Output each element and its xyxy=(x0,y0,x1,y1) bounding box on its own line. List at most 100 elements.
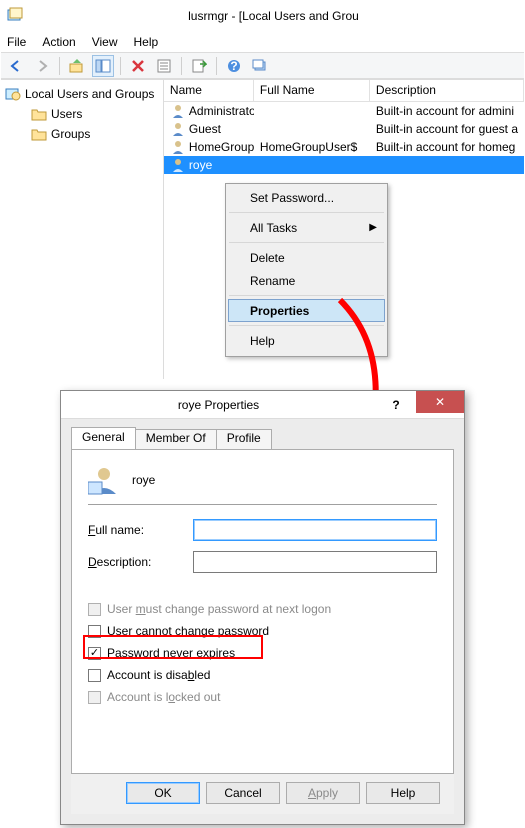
folder-icon xyxy=(31,106,47,122)
menubar: File Action View Help xyxy=(1,31,524,53)
check-cannot-change[interactable]: User cannot change password xyxy=(88,621,437,641)
check-must-change-label: User must change password at next logon xyxy=(107,602,331,616)
menu-file[interactable]: File xyxy=(7,35,26,49)
user-row-administrator[interactable]: Administrator Built-in account for admin… xyxy=(164,102,524,120)
console-tree: Local Users and Groups Users Groups xyxy=(1,80,164,379)
list-header: Name Full Name Description xyxy=(164,80,524,102)
tab-profile[interactable]: Profile xyxy=(216,429,272,449)
tab-memberof-label: Member Of xyxy=(146,431,206,445)
dialog-button-row: OK Cancel Apply Help xyxy=(71,774,454,814)
user-icon xyxy=(170,103,186,119)
toolbar-separator xyxy=(120,57,121,75)
check-never-expires-label: Password never expires xyxy=(107,646,235,660)
check-must-change: User must change password at next logon xyxy=(88,599,437,619)
ctx-properties-label: Properties xyxy=(250,304,309,318)
col-name[interactable]: Name xyxy=(164,80,254,101)
up-button[interactable] xyxy=(66,55,88,77)
user-icon xyxy=(170,139,186,155)
cell-full: HomeGroupUser$ xyxy=(260,140,357,154)
mmc-titlebar: lusrmgr - [Local Users and Grou xyxy=(1,1,524,31)
tab-general[interactable]: General xyxy=(71,427,136,449)
cell-name: roye xyxy=(189,158,212,172)
ctx-set-password[interactable]: Set Password... xyxy=(228,186,385,209)
check-disabled-label: Account is disabled xyxy=(107,668,210,682)
checkbox-icon xyxy=(88,603,101,616)
tree-groups-label: Groups xyxy=(51,127,90,141)
menu-help[interactable]: Help xyxy=(134,35,159,49)
tree-children: Users Groups xyxy=(29,104,161,144)
description-row: Description: xyxy=(88,551,437,573)
toolbar-separator xyxy=(181,57,182,75)
forward-button xyxy=(31,55,53,77)
folder-icon xyxy=(31,126,47,142)
submenu-arrow-icon: ▶ xyxy=(369,222,377,233)
delete-button[interactable] xyxy=(127,55,149,77)
user-identity: roye xyxy=(88,464,437,496)
toolbar: ? xyxy=(1,53,524,79)
export-list-button[interactable] xyxy=(188,55,210,77)
ctx-separator xyxy=(229,295,384,296)
tab-member-of[interactable]: Member Of xyxy=(135,429,217,449)
cancel-button-label: Cancel xyxy=(224,786,261,800)
menu-view[interactable]: View xyxy=(92,35,118,49)
ctx-delete[interactable]: Delete xyxy=(228,246,385,269)
large-user-icon xyxy=(88,464,120,496)
help-icon: ? xyxy=(392,398,399,412)
ctx-delete-label: Delete xyxy=(250,251,285,265)
cell-name: Administrator xyxy=(189,104,254,118)
ctx-rename[interactable]: Rename xyxy=(228,269,385,292)
tree-users[interactable]: Users xyxy=(29,104,161,124)
tree-groups[interactable]: Groups xyxy=(29,124,161,144)
help-button[interactable]: Help xyxy=(366,782,440,804)
description-input[interactable] xyxy=(193,551,437,573)
new-window-button[interactable] xyxy=(249,55,271,77)
mmc-app-icon xyxy=(7,7,23,26)
tab-pane-general: roye Full name: Description: User must c… xyxy=(71,449,454,774)
menu-action[interactable]: Action xyxy=(42,35,75,49)
checkbox-icon xyxy=(88,625,101,638)
svg-text:?: ? xyxy=(230,59,237,73)
cell-desc: Built-in account for admini xyxy=(376,104,514,118)
fullname-row: Full name: xyxy=(88,519,437,541)
show-hide-console-tree-button[interactable] xyxy=(92,55,114,77)
cancel-button[interactable]: Cancel xyxy=(206,782,280,804)
checkbox-icon xyxy=(88,691,101,704)
properties-button[interactable] xyxy=(153,55,175,77)
col-fullname[interactable]: Full Name xyxy=(254,80,370,101)
user-row-guest[interactable]: Guest Built-in account for guest a xyxy=(164,120,524,138)
context-menu: Set Password... All Tasks▶ Delete Rename… xyxy=(225,183,388,357)
user-icon xyxy=(170,157,186,173)
ctx-set-password-label: Set Password... xyxy=(250,191,334,205)
users-groups-icon xyxy=(5,86,21,102)
help-button-label: Help xyxy=(391,786,416,800)
tab-profile-label: Profile xyxy=(227,431,261,445)
user-row-homegroup[interactable]: HomeGroup... HomeGroupUser$ Built-in acc… xyxy=(164,138,524,156)
toolbar-separator xyxy=(216,57,217,75)
titlebar-close-button[interactable]: ✕ xyxy=(416,391,464,413)
titlebar-help-button[interactable]: ? xyxy=(376,394,416,416)
cell-name: Guest xyxy=(189,122,221,136)
back-button[interactable] xyxy=(5,55,27,77)
user-row-roye[interactable]: roye xyxy=(164,156,524,174)
ctx-help[interactable]: Help xyxy=(228,329,385,352)
check-never-expires[interactable]: Password never expires xyxy=(88,643,437,663)
cell-desc: Built-in account for guest a xyxy=(376,122,518,136)
ok-button[interactable]: OK xyxy=(126,782,200,804)
ctx-separator xyxy=(229,325,384,326)
help-button[interactable]: ? xyxy=(223,55,245,77)
checkbox-icon xyxy=(88,647,101,660)
toolbar-separator xyxy=(59,57,60,75)
properties-dialog: roye Properties ? ✕ General Member Of Pr… xyxy=(60,390,465,825)
col-description[interactable]: Description xyxy=(370,80,524,101)
cell-name: HomeGroup... xyxy=(189,140,254,154)
cell-desc: Built-in account for homeg xyxy=(376,140,515,154)
fullname-input[interactable] xyxy=(193,519,437,541)
check-disabled[interactable]: Account is disabled xyxy=(88,665,437,685)
tree-root[interactable]: Local Users and Groups xyxy=(3,84,161,104)
ctx-help-label: Help xyxy=(250,334,275,348)
tree-root-label: Local Users and Groups xyxy=(25,87,154,101)
apply-button-label: Apply xyxy=(308,786,338,800)
ctx-all-tasks[interactable]: All Tasks▶ xyxy=(228,216,385,239)
ok-button-label: OK xyxy=(154,786,171,800)
ctx-properties[interactable]: Properties xyxy=(228,299,385,322)
